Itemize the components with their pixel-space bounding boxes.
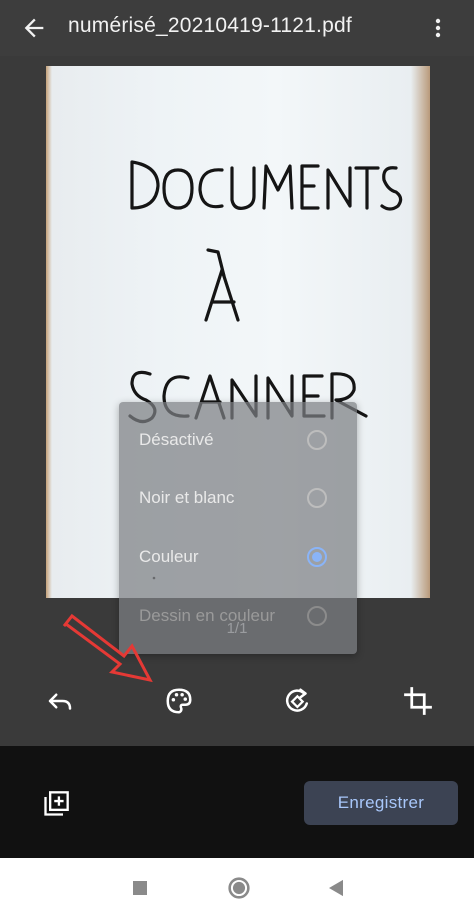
- recent-apps-icon[interactable]: [126, 874, 154, 902]
- radio-button[interactable]: [307, 606, 327, 626]
- crop-icon[interactable]: [403, 686, 433, 716]
- home-icon[interactable]: [225, 874, 253, 902]
- back-arrow-icon[interactable]: [20, 14, 48, 42]
- option-label: Couleur: [139, 547, 199, 566]
- save-button[interactable]: Enregistrer: [304, 781, 458, 825]
- palette-icon[interactable]: [164, 686, 194, 716]
- top-app-bar: numérisé_20210419-1121.pdf: [0, 0, 474, 56]
- edit-toolbar: [0, 670, 474, 734]
- option-label: Désactivé: [139, 430, 214, 449]
- document-title: numérisé_20210419-1121.pdf: [68, 14, 352, 37]
- radio-button-selected[interactable]: [307, 547, 327, 567]
- radio-button[interactable]: [307, 430, 327, 450]
- option-label: Noir et blanc: [139, 488, 235, 507]
- undo-icon[interactable]: [45, 686, 75, 716]
- system-navigation-bar: [0, 858, 474, 916]
- rotate-icon[interactable]: [283, 686, 313, 716]
- color-option-black-white[interactable]: Noir et blanc: [119, 470, 357, 528]
- color-option-color[interactable]: Couleur: [119, 529, 357, 587]
- color-option-off[interactable]: Désactivé: [119, 412, 357, 470]
- more-options-icon[interactable]: [426, 14, 450, 42]
- bottom-action-bar: Enregistrer: [0, 746, 474, 858]
- option-label: Dessin en couleur: [139, 606, 276, 625]
- radio-button[interactable]: [307, 488, 327, 508]
- add-page-icon[interactable]: [42, 790, 70, 818]
- back-nav-icon[interactable]: [322, 874, 350, 902]
